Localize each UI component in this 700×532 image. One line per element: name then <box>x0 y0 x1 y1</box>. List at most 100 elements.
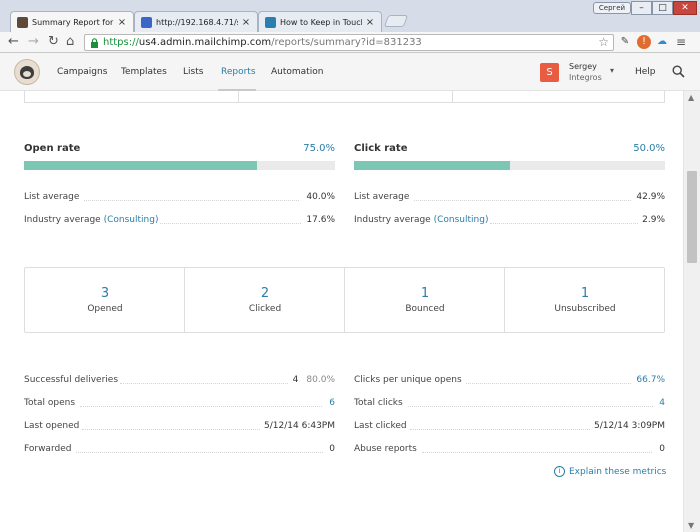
close-window-button[interactable]: ✕ <box>673 1 697 15</box>
mailchimp-logo-icon[interactable] <box>14 59 40 85</box>
user-organization[interactable]: Integros <box>569 73 602 82</box>
menu-icon[interactable]: ≡ <box>674 35 688 49</box>
stat-clicked-count[interactable]: 2 <box>185 286 345 301</box>
open-list-average-label: List average <box>24 192 80 202</box>
close-tab-icon[interactable]: × <box>117 17 127 28</box>
maximize-window-button[interactable]: □ <box>652 1 673 15</box>
stats-summary-box: 3 Opened 2 Clicked 1 Bounced 1 Unsubscri… <box>24 267 665 333</box>
back-arrow-icon[interactable]: ← <box>8 35 19 49</box>
browser-tab-bar: Summary Report for Pacc × http://192.168… <box>0 0 700 32</box>
click-industry-average-value: 2.9% <box>642 215 665 225</box>
successful-deliveries-percent: 80.0% <box>306 375 335 385</box>
clicks-per-unique-opens-label: Clicks per unique opens <box>354 375 462 385</box>
tab-title: http://192.168.4.71/sugarc <box>156 17 238 27</box>
minimize-window-button[interactable]: – <box>631 1 652 15</box>
bookmark-star-icon[interactable]: ☆ <box>598 35 609 50</box>
reload-icon[interactable]: ↻ <box>48 35 59 49</box>
stat-opened-label: Opened <box>87 304 123 314</box>
user-name[interactable]: Sergey <box>569 62 597 71</box>
browser-profile-button[interactable]: Сергей <box>593 2 631 14</box>
stat-unsubscribed[interactable]: 1 Unsubscribed <box>505 268 665 332</box>
open-industry-average-label: Industry average (Consulting) <box>24 215 159 225</box>
successful-deliveries-value: 4 80.0% <box>292 375 335 385</box>
open-industry-link[interactable]: (Consulting) <box>104 215 159 225</box>
chevron-down-icon[interactable]: ▾ <box>610 66 614 75</box>
user-avatar[interactable]: S <box>540 63 559 82</box>
open-rate-bar <box>24 161 335 170</box>
last-clicked-label: Last clicked <box>354 421 407 431</box>
last-clicked-value: 5/12/14 3:09PM <box>594 421 665 431</box>
click-industry-link[interactable]: (Consulting) <box>434 215 489 225</box>
stat-clicked[interactable]: 2 Clicked <box>185 268 345 332</box>
stat-clicked-label: Clicked <box>248 304 282 314</box>
url-scheme: https:// <box>103 37 139 48</box>
lock-icon <box>91 37 98 48</box>
abuse-reports-label: Abuse reports <box>354 444 417 454</box>
search-icon[interactable] <box>672 65 685 78</box>
help-link[interactable]: Help <box>635 67 656 77</box>
click-rate-bar-fill <box>354 161 510 170</box>
stat-bounced-count[interactable]: 1 <box>345 286 505 301</box>
click-rate-bar <box>354 161 665 170</box>
nav-templates[interactable]: Templates <box>121 67 167 77</box>
scroll-down-arrow-icon[interactable]: ▼ <box>688 521 694 530</box>
url-host: us4.admin.mailchimp.com <box>138 37 272 48</box>
stat-opened-count[interactable]: 3 <box>25 286 185 301</box>
successful-deliveries-label: Successful deliveries <box>24 375 119 385</box>
total-opens-label: Total opens <box>24 398 76 408</box>
sugarcrm-favicon-icon <box>141 16 152 28</box>
forwarded-label: Forwarded <box>24 444 72 454</box>
stat-opened[interactable]: 3 Opened <box>25 268 185 332</box>
notification-badge-icon[interactable]: ! <box>637 35 651 49</box>
last-opened-value: 5/12/14 6:43PM <box>264 421 335 431</box>
extension-icon[interactable]: ✎ <box>618 35 632 49</box>
tab-title: How to Keep in Touch with <box>280 17 362 27</box>
open-rate-title: Open rate <box>24 143 81 154</box>
page-scrollbar[interactable]: ▲ ▼ <box>683 91 700 532</box>
app-navigation: Campaigns Templates Lists Reports Automa… <box>0 53 700 91</box>
url-path: /reports/summary?id=831233 <box>271 37 422 48</box>
open-list-average-value: 40.0% <box>306 192 335 202</box>
click-rate-title: Click rate <box>354 143 408 154</box>
cloud-icon[interactable]: ☁ <box>655 35 669 49</box>
abuse-reports-value: 0 <box>659 444 665 454</box>
nav-reports[interactable]: Reports <box>221 67 256 77</box>
stat-bounced-label: Bounced <box>405 304 445 314</box>
stat-unsubscribed-label: Unsubscribed <box>554 304 616 314</box>
previous-section-box <box>24 91 665 103</box>
nav-automation[interactable]: Automation <box>271 67 323 77</box>
browser-tab-summary-report[interactable]: Summary Report for Pacc × <box>10 11 134 32</box>
stat-unsubscribed-count[interactable]: 1 <box>505 286 665 301</box>
total-clicks-label: Total clicks <box>354 398 403 408</box>
open-rate-value: 75.0% <box>303 143 335 154</box>
browser-tab-sugarcrm[interactable]: http://192.168.4.71/sugarc × <box>134 11 258 32</box>
close-tab-icon[interactable]: × <box>241 17 251 28</box>
explain-metrics-link[interactable]: i Explain these metrics <box>554 466 666 477</box>
browser-toolbar: ← → ↻ ⌂ https:// us4.admin.mailchimp.com… <box>0 32 700 53</box>
nav-lists[interactable]: Lists <box>183 67 203 77</box>
address-bar[interactable]: https:// us4.admin.mailchimp.com /report… <box>84 34 614 51</box>
clicks-per-unique-opens-value[interactable]: 66.7% <box>575 375 665 385</box>
last-opened-label: Last opened <box>24 421 80 431</box>
mailchimp-favicon-icon <box>17 16 28 28</box>
total-opens-value[interactable]: 6 <box>245 398 335 408</box>
home-icon[interactable]: ⌂ <box>66 35 74 49</box>
click-list-average-value: 42.9% <box>636 192 665 202</box>
total-clicks-value[interactable]: 4 <box>575 398 665 408</box>
click-rate-value: 50.0% <box>633 143 665 154</box>
explain-metrics-label[interactable]: Explain these metrics <box>569 467 666 477</box>
scrollbar-thumb[interactable] <box>687 171 697 263</box>
browser-tab-keep-in-touch[interactable]: How to Keep in Touch with × <box>258 11 382 32</box>
scroll-up-arrow-icon[interactable]: ▲ <box>688 93 694 102</box>
help-site-favicon-icon <box>265 16 276 28</box>
forward-arrow-icon[interactable]: → <box>28 35 39 49</box>
new-tab-button[interactable] <box>383 15 409 27</box>
tab-title: Summary Report for Pacc <box>32 17 114 27</box>
open-industry-average-value: 17.6% <box>306 215 335 225</box>
close-tab-icon[interactable]: × <box>365 17 375 28</box>
stat-bounced[interactable]: 1 Bounced <box>345 268 505 332</box>
click-industry-average-label: Industry average (Consulting) <box>354 215 489 225</box>
nav-campaigns[interactable]: Campaigns <box>57 67 107 77</box>
forwarded-value: 0 <box>329 444 335 454</box>
info-icon: i <box>554 466 565 477</box>
